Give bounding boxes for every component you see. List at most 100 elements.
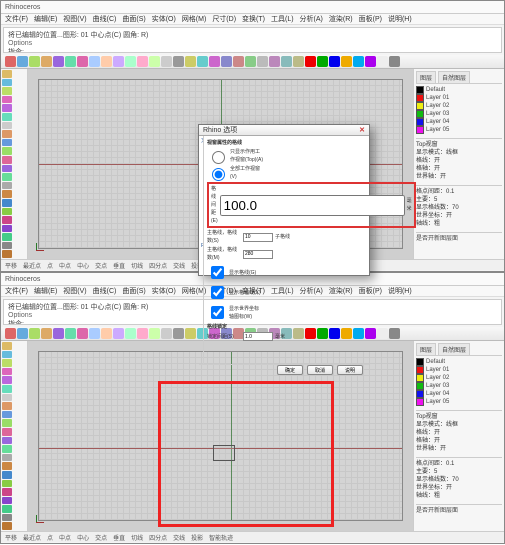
toolbar-icon[interactable]	[113, 56, 124, 67]
toolbox-icon[interactable]	[2, 216, 12, 224]
toolbox-icon[interactable]	[2, 139, 12, 147]
toolbar-icon[interactable]	[185, 328, 196, 339]
layer-color-swatch[interactable]	[416, 382, 424, 390]
osnap-toggle[interactable]: 平移	[5, 261, 17, 270]
toolbar-icon[interactable]	[5, 328, 16, 339]
minor-lines-input[interactable]	[243, 233, 273, 242]
toolbox-icon[interactable]	[2, 199, 12, 207]
toolbar-icon[interactable]	[173, 56, 184, 67]
chk-show-grid[interactable]	[211, 266, 224, 279]
toolbar-icon[interactable]	[317, 56, 328, 67]
menu-item[interactable]: 曲面(S)	[122, 14, 145, 24]
toolbox-icon[interactable]	[2, 394, 12, 402]
layer-color-swatch[interactable]	[416, 390, 424, 398]
tab-layers[interactable]: 图层	[416, 71, 436, 83]
toolbox-icon[interactable]	[2, 208, 12, 216]
menu-item[interactable]: 工具(L)	[271, 14, 294, 24]
toolbox-icon[interactable]	[2, 471, 12, 479]
toolbar-icon[interactable]	[77, 328, 88, 339]
toolbar-icon[interactable]	[137, 328, 148, 339]
toolbox-icon[interactable]	[2, 419, 12, 427]
toolbox-icon[interactable]	[2, 514, 12, 522]
menu-item[interactable]: 变换(T)	[242, 14, 265, 24]
layer-row[interactable]: Default	[416, 358, 502, 366]
menu-item[interactable]: 编辑(E)	[34, 286, 57, 296]
toolbox-icon[interactable]	[2, 242, 12, 250]
toolbar-icon[interactable]	[89, 328, 100, 339]
menu-item[interactable]: 网格(M)	[182, 14, 207, 24]
layers-list[interactable]: DefaultLayer 01Layer 02Layer 03Layer 04L…	[416, 86, 502, 134]
layer-color-swatch[interactable]	[416, 94, 424, 102]
left-toolbox[interactable]	[1, 69, 28, 259]
tab-layers[interactable]: 图层	[416, 343, 436, 355]
toolbar-icon[interactable]	[221, 56, 232, 67]
osnap-toggle[interactable]: 最近点	[23, 261, 41, 270]
toolbox-icon[interactable]	[2, 104, 12, 112]
osnap-toggle[interactable]: 切线	[131, 261, 143, 270]
tab-natural-layers[interactable]: 自然图层	[438, 71, 470, 83]
layer-row[interactable]: Layer 02	[416, 374, 502, 382]
toolbox-icon[interactable]	[2, 454, 12, 462]
toolbox-icon[interactable]	[2, 156, 12, 164]
close-icon[interactable]: ✕	[359, 126, 365, 134]
radio-active-viewport[interactable]	[212, 151, 225, 164]
menubar[interactable]: 文件(F)编辑(E)视图(V)曲线(C)曲面(S)实体(O)网格(M)尺寸(D)…	[1, 14, 504, 25]
osnap-toggle[interactable]: 垂直	[113, 261, 125, 270]
toolbar-icon[interactable]	[41, 328, 52, 339]
toolbar-icon[interactable]	[125, 56, 136, 67]
toolbar-icon[interactable]	[65, 328, 76, 339]
layer-row[interactable]: Default	[416, 86, 502, 94]
panel-tabs[interactable]: 图层 自然图层	[416, 343, 502, 356]
toolbox-icon[interactable]	[2, 385, 12, 393]
toolbox-icon[interactable]	[2, 376, 12, 384]
layer-row[interactable]: Layer 05	[416, 126, 502, 134]
osnap-toggle[interactable]: 交点	[95, 261, 107, 270]
toolbox-icon[interactable]	[2, 480, 12, 488]
toolbar-icon[interactable]	[353, 56, 364, 67]
menu-item[interactable]: 实体(O)	[152, 14, 176, 24]
toolbox-icon[interactable]	[2, 497, 12, 505]
ok-button[interactable]: 确定	[277, 365, 303, 375]
toolbar-icon[interactable]	[377, 56, 388, 67]
menu-item[interactable]: 尺寸(D)	[212, 14, 236, 24]
toolbar-icon[interactable]	[53, 56, 64, 67]
toolbar-icon[interactable]	[185, 56, 196, 67]
menu-item[interactable]: 曲线(C)	[93, 14, 117, 24]
left-toolbox[interactable]	[1, 341, 28, 531]
toolbar-icon[interactable]	[389, 56, 400, 67]
toolbox-icon[interactable]	[2, 488, 12, 496]
menu-item[interactable]: 曲线(C)	[93, 286, 117, 296]
menu-item[interactable]: 文件(F)	[5, 286, 28, 296]
layers-list[interactable]: DefaultLayer 01Layer 02Layer 03Layer 04L…	[416, 358, 502, 406]
menu-item[interactable]: 视图(V)	[63, 14, 86, 24]
menu-item[interactable]: 曲面(S)	[122, 286, 145, 296]
menu-item[interactable]: 文件(F)	[5, 14, 28, 24]
toolbox-icon[interactable]	[2, 225, 12, 233]
toolbox-icon[interactable]	[2, 233, 12, 241]
toolbox-icon[interactable]	[2, 130, 12, 138]
panel-tabs[interactable]: 图层 自然图层	[416, 71, 502, 84]
toolbar-icon[interactable]	[137, 56, 148, 67]
toolbox-icon[interactable]	[2, 79, 12, 87]
grid-spacing-input[interactable]	[220, 195, 405, 216]
osnap-toggle[interactable]: 垂直	[113, 533, 125, 542]
toolbox-icon[interactable]	[2, 368, 12, 376]
toolbox-icon[interactable]	[2, 522, 12, 530]
chk-show-axes[interactable]	[211, 286, 224, 299]
osnap-toggle[interactable]: 点	[47, 261, 53, 270]
viewport-top[interactable]: Rhino 选项 ✕ 文件属性Rhino 选项外观建模视图文件常规渲染网格注解单…	[28, 69, 413, 259]
toolbox-icon[interactable]	[2, 402, 12, 410]
toolbar-icon[interactable]	[5, 56, 16, 67]
osnap-toggle[interactable]: 最近点	[23, 533, 41, 542]
toolbar-icon[interactable]	[113, 328, 124, 339]
toolbar-icon[interactable]	[281, 56, 292, 67]
layer-color-swatch[interactable]	[416, 126, 424, 134]
osnap-toggle[interactable]: 智能轨迹	[209, 533, 233, 542]
toolbar-icon[interactable]	[209, 56, 220, 67]
toolbar-icon[interactable]	[29, 56, 40, 67]
help-button[interactable]: 说明	[337, 365, 363, 375]
osnap-toggle[interactable]: 中心	[77, 261, 89, 270]
osnap-toggle[interactable]: 投影	[191, 533, 203, 542]
layer-row[interactable]: Layer 04	[416, 390, 502, 398]
major-lines-input[interactable]	[243, 250, 273, 259]
